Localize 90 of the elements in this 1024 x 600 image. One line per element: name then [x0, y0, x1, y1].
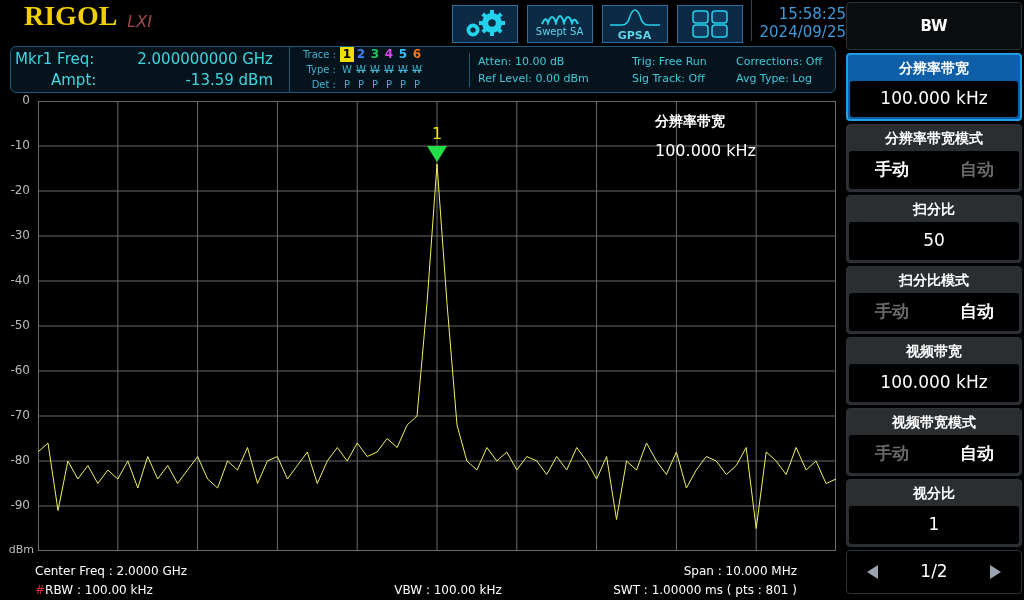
trace-type: W — [341, 63, 353, 77]
axis-label: -10 — [10, 139, 30, 151]
softkey-value: 50 — [923, 229, 945, 253]
trace-label: Trace : — [301, 48, 337, 62]
softkey[interactable]: 分辨率带宽模式 手动 自动 — [846, 124, 1022, 192]
trace-detector: P — [385, 78, 393, 92]
softkey[interactable]: 扫分比 50 — [846, 195, 1022, 263]
axis-unit: dBm — [8, 544, 34, 555]
axis-label: -30 — [10, 229, 30, 241]
layout-grid-icon — [690, 9, 729, 39]
mode-button[interactable] — [676, 5, 743, 43]
softkey-value: 1 — [928, 513, 940, 537]
trace-detector: P — [343, 78, 351, 92]
axis-label: -80 — [10, 454, 30, 466]
marker-ampt-value: -13.59 dBm — [184, 69, 273, 91]
mode-option[interactable]: 自动 — [959, 157, 994, 183]
trace-number[interactable]: 4 — [382, 47, 396, 62]
trace-detector: P — [413, 78, 421, 92]
trace-number[interactable]: 1 — [340, 47, 354, 62]
setting-readout: Corrections: Off — [736, 53, 823, 70]
type-label: Type : — [305, 63, 337, 77]
setting-readout: Sig Track: Off — [632, 70, 705, 87]
softkey-label: 扫分比 — [911, 200, 956, 219]
mode-option[interactable]: 手动 — [874, 441, 909, 467]
overlay-value: 100.000 kHz — [655, 140, 756, 162]
marker-ampt-label: Ampt: — [50, 69, 97, 91]
softkey-label: 分辨率带宽模式 — [884, 129, 984, 148]
page-control[interactable]: 1/2 — [846, 550, 1022, 594]
spectrum-peak-icon — [607, 7, 662, 28]
setting-readout: Atten: 10.00 dB — [478, 53, 565, 70]
mode-option[interactable]: 自动 — [959, 299, 994, 325]
trace-detector: P — [357, 78, 365, 92]
marker-label: 1 — [432, 126, 443, 142]
axis-label: -40 — [10, 274, 30, 286]
clock-date: 2024/09/25 — [759, 23, 846, 41]
vbw-readout: VBW : 100.00 kHz — [394, 582, 502, 599]
axis-label: -70 — [10, 409, 30, 421]
left-arrow-icon[interactable] — [867, 565, 880, 579]
trace-type: W — [411, 63, 423, 77]
trace-type: W — [355, 63, 367, 77]
softkey-value: 100.000 kHz — [880, 87, 988, 111]
lxi-label: LXI — [127, 14, 152, 30]
marker-freq-label: Mkr1 Freq: — [15, 48, 96, 70]
trace-number[interactable]: 2 — [354, 47, 368, 62]
softkey[interactable]: 分辨率带宽 100.000 kHz — [846, 53, 1022, 121]
swt-readout: SWT : 1.00000 ms ( pts : 801 ) — [613, 582, 797, 599]
trace-type: W — [397, 63, 409, 77]
softkey-value: 100.000 kHz — [880, 371, 988, 395]
mode-option[interactable]: 手动 — [874, 157, 909, 183]
mode-option[interactable]: 自动 — [959, 441, 994, 467]
mode-button[interactable] — [451, 5, 518, 43]
brand-logo: RIGOL — [24, 2, 118, 30]
marker-freq-value: 2.000000000 GHz — [136, 48, 273, 70]
mode-option[interactable]: 手动 — [874, 299, 909, 325]
softkey-label: 视频带宽 — [905, 342, 963, 361]
trace-detector: P — [399, 78, 407, 92]
overlay-title: 分辨率带宽 — [655, 112, 725, 131]
softkey-label: 视分比 — [912, 484, 956, 503]
axis-label: -90 — [10, 499, 30, 511]
trace-number[interactable]: 3 — [368, 47, 382, 62]
trace-type: W — [383, 63, 395, 77]
clock-time: 15:58:25 — [778, 5, 846, 23]
axis-label: 0 — [22, 94, 30, 106]
setting-readout: Avg Type: Log — [736, 70, 812, 87]
mode-button[interactable]: GPSA — [601, 5, 668, 43]
trace-detector: P — [371, 78, 379, 92]
softkey-label: 分辨率带宽 — [898, 59, 970, 78]
marker-icon[interactable] — [427, 146, 447, 162]
trace-number[interactable]: 6 — [410, 47, 424, 62]
axis-label: -20 — [10, 184, 30, 196]
trace-number[interactable]: 5 — [396, 47, 410, 62]
det-label: Det : — [310, 78, 337, 92]
softkey[interactable]: 视频带宽模式 手动 自动 — [846, 408, 1022, 476]
span-readout: Span : 10.000 MHz — [683, 563, 797, 580]
center-freq: Center Freq : 2.0000 GHz — [35, 563, 187, 580]
softkey[interactable]: 扫分比模式 手动 自动 — [846, 266, 1022, 334]
axis-label: -60 — [10, 364, 30, 376]
trace-type: W — [369, 63, 381, 77]
rbw-readout: #RBW : 100.00 kHz — [35, 582, 153, 599]
right-arrow-icon[interactable] — [988, 565, 1001, 579]
softkey-title[interactable]: BW — [846, 2, 1022, 50]
softkey-label: 视频带宽模式 — [891, 413, 977, 432]
setting-readout: Trig: Free Run — [632, 53, 707, 70]
softkey[interactable]: 视分比 1 — [846, 479, 1022, 547]
page-indicator: 1/2 — [920, 560, 948, 584]
setting-readout: Ref Level: 0.00 dBm — [478, 70, 589, 87]
axis-label: -50 — [10, 319, 30, 331]
softkey[interactable]: 视频带宽 100.000 kHz — [846, 337, 1022, 405]
mode-button[interactable]: Swept SA — [526, 5, 593, 43]
softkey-label: 扫分比模式 — [897, 271, 970, 290]
